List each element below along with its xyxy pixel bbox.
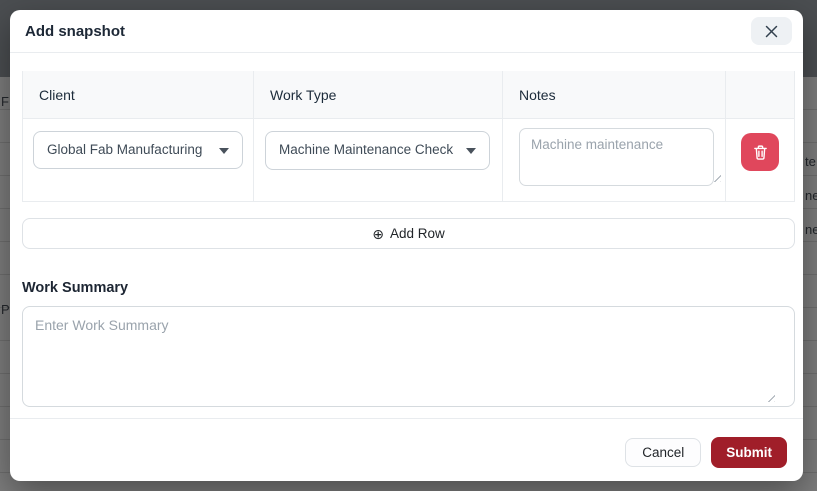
work-summary-textarea[interactable] [22, 306, 795, 407]
work-type-select-value: Machine Maintenance Check [266, 132, 489, 159]
close-icon [765, 25, 778, 38]
backdrop-text-fragment: F [1, 95, 9, 108]
backdrop-text-fragment: P [1, 303, 10, 316]
table-row: Global Fab Manufacturing Machine Mainten… [23, 118, 794, 201]
backdrop-text-fragment: te [805, 155, 816, 168]
modal-body: Client Work Type Notes Global Fab Manufa… [10, 53, 803, 407]
snapshot-table: Client Work Type Notes Global Fab Manufa… [22, 71, 795, 202]
cancel-button[interactable]: Cancel [625, 438, 701, 467]
add-snapshot-modal: Add snapshot Client Work Type Notes [10, 10, 803, 481]
column-header-actions [726, 71, 794, 118]
chevron-down-icon [219, 148, 229, 154]
modal-footer: Cancel Submit [10, 418, 803, 481]
work-type-select[interactable]: Machine Maintenance Check [265, 131, 490, 170]
backdrop-text-fragment: ne [805, 189, 817, 202]
column-header-work-type: Work Type [254, 71, 503, 118]
submit-button[interactable]: Submit [711, 437, 787, 468]
chevron-down-icon [466, 148, 476, 154]
add-row-button[interactable]: ⊕ Add Row [22, 218, 795, 249]
work-type-cell: Machine Maintenance Check [254, 119, 503, 201]
client-select-value: Global Fab Manufacturing [34, 132, 242, 159]
modal-header: Add snapshot [10, 10, 803, 53]
column-header-notes: Notes [503, 71, 726, 118]
trash-icon [752, 144, 769, 161]
table-header-row: Client Work Type Notes [23, 71, 794, 118]
add-row-label: Add Row [390, 226, 445, 241]
client-select[interactable]: Global Fab Manufacturing [33, 131, 243, 169]
backdrop-text-fragment: ne [805, 223, 817, 236]
close-button[interactable] [751, 17, 792, 45]
client-cell: Global Fab Manufacturing [23, 119, 254, 201]
column-header-client: Client [23, 71, 254, 118]
actions-cell [726, 119, 794, 201]
notes-cell [503, 119, 726, 201]
circled-plus-icon: ⊕ [372, 227, 384, 241]
work-summary-label: Work Summary [22, 280, 791, 296]
delete-row-button[interactable] [741, 133, 779, 171]
notes-textarea[interactable] [519, 128, 714, 186]
modal-title: Add snapshot [25, 23, 125, 40]
